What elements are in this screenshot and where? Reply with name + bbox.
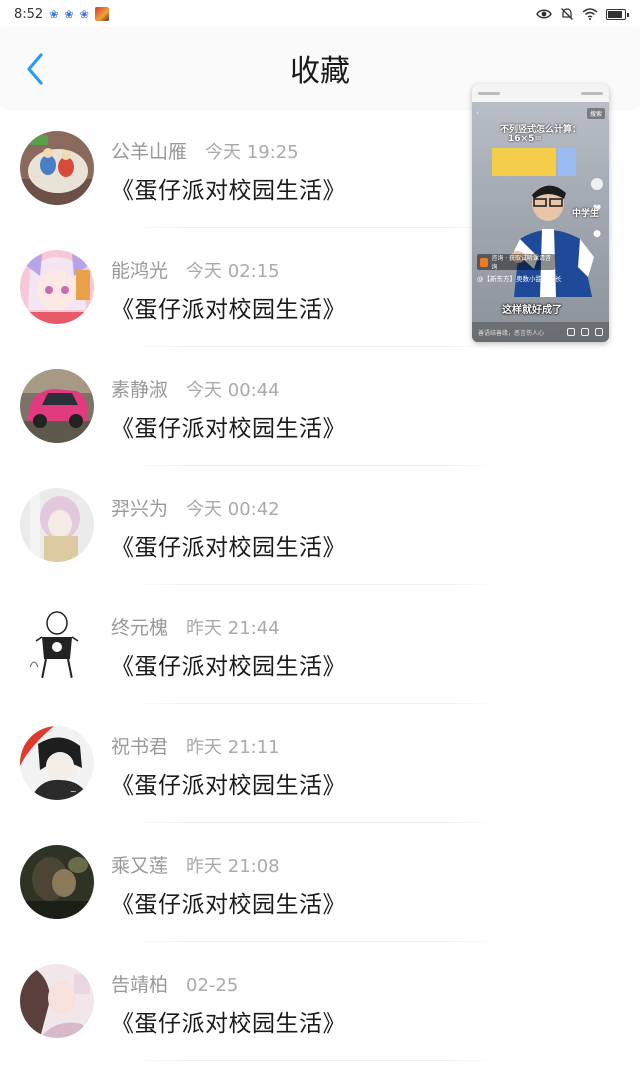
divider [130, 1060, 500, 1061]
paw-notification-icon: ❀ [49, 7, 59, 21]
video-side-label: 中学生 [571, 209, 599, 219]
item-title[interactable]: 《蛋仔派对校园生活》 [111, 409, 346, 443]
item-meta: 能鸿光 今天 02:15 [111, 256, 280, 283]
author-name: 素静淑 [111, 379, 169, 401]
mute-bell-icon [561, 8, 573, 20]
item-meta: 祝书君 昨天 21:11 [111, 732, 280, 759]
video-consult-tag[interactable]: 咨询 · 获取试听课请咨询 [477, 254, 555, 271]
video-equation-text: 16×5= [508, 134, 542, 144]
item-title[interactable]: 《蛋仔派对校园生活》 [111, 885, 346, 919]
video-yellow-block [492, 148, 556, 176]
list-item[interactable]: ~ 祝书君 昨天 21:11 《蛋仔派对校园生活》 [0, 704, 640, 823]
video-topbar: ‹ 搜索 [476, 106, 605, 120]
status-right [536, 7, 629, 21]
at-icon[interactable] [581, 328, 589, 336]
item-meta: 素静淑 今天 00:44 [111, 375, 280, 402]
eye-icon [536, 9, 552, 19]
avatar[interactable] [20, 131, 94, 205]
list-item[interactable]: 羿兴为 今天 00:42 《蛋仔派对校园生活》 [0, 466, 640, 585]
video-subtitle: 这样就好成了 [502, 305, 562, 316]
back-button[interactable] [18, 52, 52, 86]
status-bar: 8:52 ❀ ❀ ❀ [0, 0, 640, 28]
author-name: 羿兴为 [111, 498, 169, 520]
list-item[interactable]: 乘又莲 昨天 21:08 《蛋仔派对校园生活》 [0, 823, 640, 942]
item-meta: 乘又莲 昨天 21:08 [111, 851, 280, 878]
comment-icon[interactable]: ● [593, 229, 601, 239]
consult-icon [480, 257, 489, 267]
battery-icon [606, 8, 629, 20]
list-item[interactable]: 告靖柏 02-25 《蛋仔派对校园生活》 [0, 942, 640, 1061]
video-comment-bar[interactable]: 善语结善缘，恶言伤人心 [472, 322, 609, 342]
item-time: 今天 19:25 [205, 142, 299, 163]
video-caption: @【新东方】奥数小甜瓜成长 [477, 275, 562, 283]
status-time: 8:52 [14, 6, 44, 22]
author-name: 祝书君 [111, 736, 169, 758]
app-notification-icon [94, 7, 109, 21]
item-title[interactable]: 《蛋仔派对校园生活》 [111, 766, 346, 800]
floating-video-window[interactable]: ‹ 搜索 不列竖式怎么计算： 16×5= ♥ ● 中学生 咨询 · 获取试听课请… [472, 84, 609, 342]
item-title[interactable]: 《蛋仔派对校园生活》 [111, 171, 346, 205]
item-time: 今天 02:15 [186, 261, 280, 282]
item-time: 昨天 21:44 [186, 618, 280, 639]
video-back-icon[interactable]: ‹ [476, 109, 479, 117]
status-left: 8:52 ❀ ❀ ❀ [14, 7, 109, 22]
avatar[interactable] [20, 964, 94, 1038]
paw-notification-icon: ❀ [79, 7, 89, 21]
item-time: 昨天 21:11 [186, 737, 280, 758]
avatar[interactable] [20, 845, 94, 919]
author-avatar-icon[interactable] [591, 178, 603, 190]
video-tag-text: 咨询 · 获取试听课请咨询 [491, 255, 552, 271]
item-title[interactable]: 《蛋仔派对校园生活》 [111, 528, 346, 562]
author-name: 能鸿光 [111, 260, 169, 282]
author-name: 告靖柏 [111, 974, 169, 996]
avatar[interactable]: ~ [20, 726, 94, 800]
avatar[interactable] [20, 607, 94, 681]
avatar[interactable] [20, 369, 94, 443]
paw-notification-icon: ❀ [64, 7, 74, 21]
item-time: 02-25 [186, 975, 239, 996]
item-time: 今天 00:42 [186, 499, 280, 520]
video-blue-block [558, 148, 576, 176]
item-meta: 终元槐 昨天 21:44 [111, 613, 280, 640]
list-item[interactable]: 素静淑 今天 00:44 《蛋仔派对校园生活》 [0, 347, 640, 466]
item-meta: 告靖柏 02-25 [111, 970, 238, 997]
item-time: 昨天 21:08 [186, 856, 280, 877]
pip-handle-bar [581, 91, 603, 95]
item-meta: 羿兴为 今天 00:42 [111, 494, 280, 521]
pip-drag-handle[interactable] [472, 84, 609, 102]
pip-handle-bar [478, 91, 500, 95]
item-title[interactable]: 《蛋仔派对校园生活》 [111, 290, 346, 324]
video-frame[interactable]: ‹ 搜索 不列竖式怎么计算： 16×5= ♥ ● 中学生 咨询 · 获取试听课请… [472, 102, 609, 342]
item-time: 今天 00:44 [186, 380, 280, 401]
avatar[interactable] [20, 250, 94, 324]
author-name: 公羊山雁 [111, 141, 188, 163]
video-bottom-icons [567, 328, 603, 336]
item-meta: 公羊山雁 今天 19:25 [111, 137, 299, 164]
page-title: 收藏 [290, 54, 350, 89]
item-title[interactable]: 《蛋仔派对校园生活》 [111, 1004, 346, 1038]
item-title[interactable]: 《蛋仔派对校园生活》 [111, 647, 346, 681]
list-item[interactable]: 终元槐 昨天 21:44 《蛋仔派对校园生活》 [0, 585, 640, 704]
author-name: 乘又莲 [111, 855, 169, 877]
chevron-left-icon [27, 53, 43, 85]
emoji-icon[interactable] [595, 328, 603, 336]
comment-input-placeholder[interactable]: 善语结善缘，恶言伤人心 [478, 328, 544, 337]
avatar[interactable] [20, 488, 94, 562]
wifi-icon [582, 8, 598, 20]
author-name: 终元槐 [111, 617, 169, 639]
image-icon[interactable] [567, 328, 575, 336]
video-search-button[interactable]: 搜索 [586, 107, 605, 119]
svg-text:~: ~ [70, 787, 77, 796]
